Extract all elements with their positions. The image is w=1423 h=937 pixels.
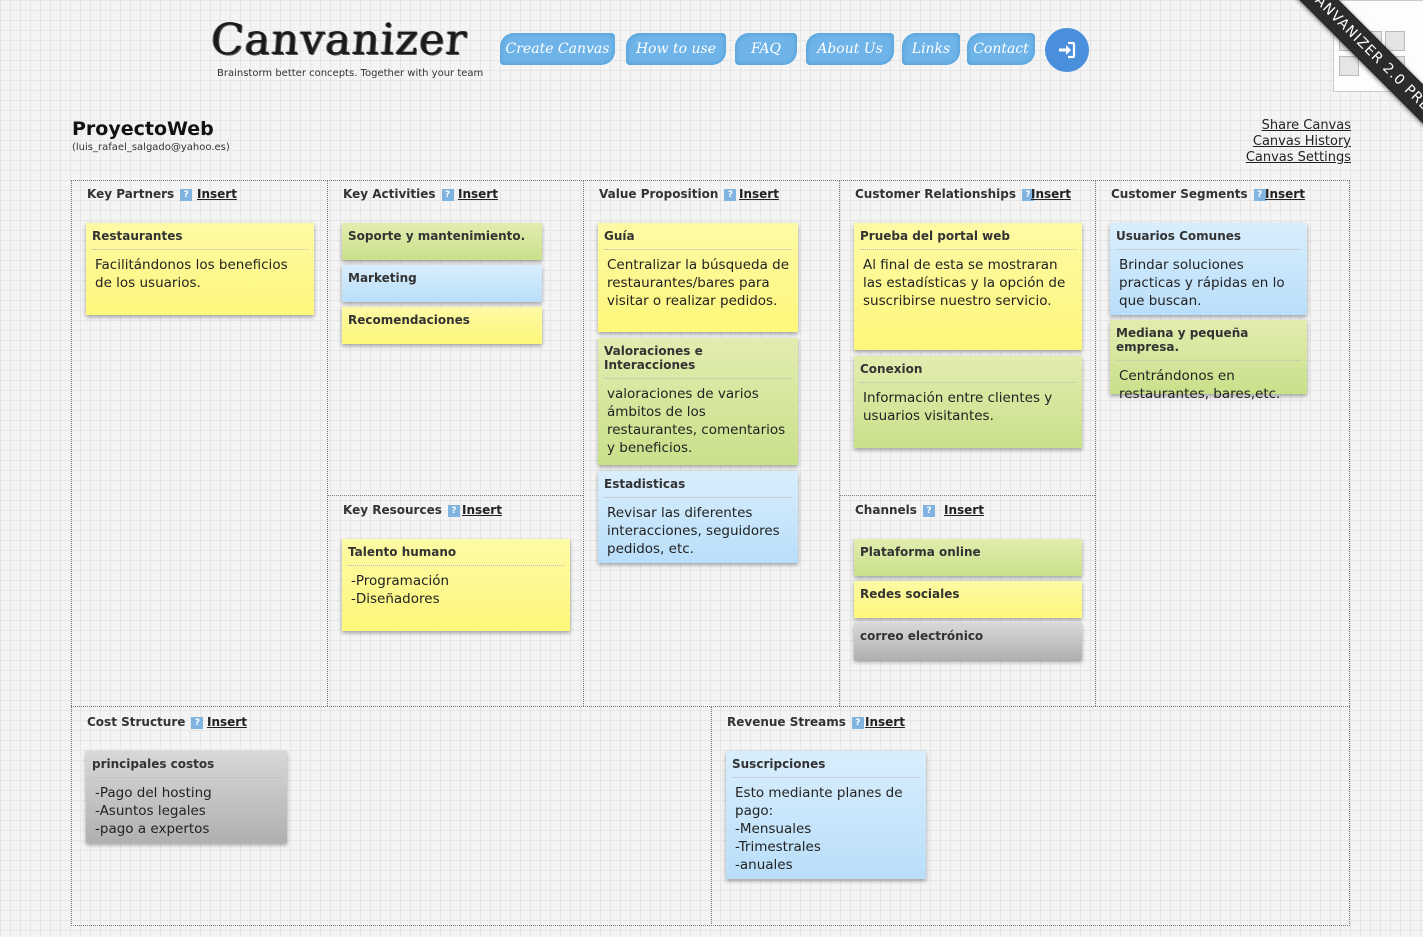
note-body: -Programación -Diseñadores: [351, 573, 450, 607]
note-title: principales costos: [92, 757, 281, 778]
note-title: Usuarios Comunes: [1116, 229, 1301, 250]
canvas-history-link[interactable]: Canvas History: [1253, 134, 1351, 149]
divider: [711, 706, 712, 926]
insert-customer-relationships-button[interactable]: Insert: [1031, 187, 1071, 201]
note-body: Revisar las diferentes interacciones, se…: [607, 505, 780, 557]
help-icon[interactable]: ?: [441, 188, 454, 201]
sticky-note[interactable]: Conexion Información entre clientes y us…: [854, 356, 1082, 448]
note-body: Brindar soluciones practicas y rápidas e…: [1119, 257, 1285, 309]
note-body: Centralizar la búsqueda de restaurantes/…: [607, 257, 790, 309]
sticky-note[interactable]: principales costos -Pago del hosting -As…: [86, 751, 287, 843]
section-key-resources: Key Resources?: [343, 503, 460, 517]
note-body: Información entre clientes y usuarios vi…: [863, 390, 1053, 424]
section-value-proposition: Value Proposition?: [599, 187, 737, 201]
note-title: Estadisticas: [604, 477, 792, 498]
divider: [327, 180, 328, 706]
nav-about-us[interactable]: About Us: [806, 33, 894, 65]
insert-revenue-streams-button[interactable]: Insert: [865, 715, 905, 729]
note-title: Marketing: [348, 271, 417, 285]
help-icon[interactable]: ?: [447, 504, 460, 517]
sticky-note[interactable]: Recomendaciones: [342, 307, 542, 344]
nav-links[interactable]: Links: [902, 33, 960, 65]
nav-contact[interactable]: Contact: [967, 33, 1035, 65]
divider: [583, 180, 584, 706]
note-title: Valoraciones e Interacciones: [604, 344, 792, 379]
divider: [1095, 180, 1096, 706]
divider: [327, 495, 583, 496]
note-body: Facilitándonos los beneficios de los usu…: [95, 257, 288, 291]
insert-key-partners-button[interactable]: Insert: [197, 187, 237, 201]
help-icon[interactable]: ?: [1253, 188, 1266, 201]
insert-customer-segments-button[interactable]: Insert: [1265, 187, 1305, 201]
sticky-note[interactable]: Valoraciones e Interacciones valoracione…: [598, 338, 798, 465]
tagline: Brainstorm better concepts. Together wit…: [217, 68, 484, 79]
divider: [839, 180, 840, 706]
section-channels: Channels?: [855, 503, 935, 517]
sticky-note[interactable]: Restaurantes Facilitándonos los benefici…: [86, 223, 314, 315]
note-title: Conexion: [860, 362, 1076, 383]
canvas-settings-link[interactable]: Canvas Settings: [1246, 150, 1351, 165]
page-title: ProyectoWeb: [72, 118, 214, 140]
nav-faq[interactable]: FAQ: [735, 33, 797, 65]
section-key-activities: Key Activities?: [343, 187, 454, 201]
sticky-note[interactable]: correo electrónico: [854, 623, 1082, 660]
insert-key-activities-button[interactable]: Insert: [458, 187, 498, 201]
sticky-note[interactable]: Prueba del portal web Al final de esta s…: [854, 223, 1082, 350]
note-title: Plataforma online: [860, 545, 981, 559]
note-title: Suscripciones: [732, 757, 920, 778]
help-icon[interactable]: ?: [180, 188, 193, 201]
note-body: -Pago del hosting -Asuntos legales -pago…: [95, 785, 212, 837]
note-title: Restaurantes: [92, 229, 308, 250]
help-icon[interactable]: ?: [191, 716, 204, 729]
sticky-note[interactable]: Guía Centralizar la búsqueda de restaura…: [598, 223, 798, 332]
insert-key-resources-button[interactable]: Insert: [462, 503, 502, 517]
sticky-note[interactable]: Estadisticas Revisar las diferentes inte…: [598, 471, 798, 563]
insert-channels-button[interactable]: Insert: [944, 503, 984, 517]
section-customer-segments: Customer Segments?: [1111, 187, 1266, 201]
insert-value-proposition-button[interactable]: Insert: [739, 187, 779, 201]
divider: [71, 706, 1350, 707]
nav-create-canvas[interactable]: Create Canvas: [500, 33, 615, 65]
help-icon[interactable]: ?: [922, 504, 935, 517]
divider: [839, 495, 1095, 496]
section-key-partners: Key Partners?: [87, 187, 193, 201]
note-title: Guía: [604, 229, 792, 250]
login-button[interactable]: [1045, 28, 1089, 72]
share-canvas-link[interactable]: Share Canvas: [1262, 118, 1351, 133]
sign-in-icon: [1059, 41, 1076, 59]
section-cost-structure: Cost Structure?: [87, 715, 204, 729]
note-title: Prueba del portal web: [860, 229, 1076, 250]
sticky-note[interactable]: Suscripciones Esto mediante planes de pa…: [726, 751, 926, 879]
sticky-note[interactable]: Usuarios Comunes Brindar soluciones prac…: [1110, 223, 1307, 315]
note-body: Centrándonos en restaurantes, bares,etc.: [1119, 368, 1281, 402]
project-owner-email: (luis_rafael_salgado@yahoo.es): [72, 142, 230, 153]
note-title: Redes sociales: [860, 587, 960, 601]
note-body: valoraciones de varios ámbitos de los re…: [607, 386, 786, 456]
sticky-note[interactable]: Soporte y mantenimiento.: [342, 223, 542, 260]
note-title: Soporte y mantenimiento.: [348, 229, 526, 243]
help-icon[interactable]: ?: [851, 716, 864, 729]
note-title: Recomendaciones: [348, 313, 470, 327]
note-body: Esto mediante planes de pago: -Mensuales…: [735, 785, 903, 873]
nav-how-to-use[interactable]: How to use: [626, 33, 726, 65]
insert-cost-structure-button[interactable]: Insert: [207, 715, 247, 729]
note-title: Mediana y pequeña empresa.: [1116, 326, 1301, 361]
help-icon[interactable]: ?: [724, 188, 737, 201]
sticky-note[interactable]: Mediana y pequeña empresa. Centrándonos …: [1110, 320, 1307, 402]
note-title: Talento humano: [348, 545, 564, 566]
sticky-note[interactable]: Plataforma online: [854, 539, 1082, 576]
section-customer-relationships: Customer Relationships?: [855, 187, 1034, 201]
note-title: correo electrónico: [860, 629, 984, 643]
logo[interactable]: Canvanizer: [209, 14, 469, 66]
note-body: Al final de esta se mostraran las estadí…: [863, 257, 1066, 309]
sticky-note[interactable]: Redes sociales: [854, 581, 1082, 618]
sticky-note[interactable]: Marketing: [342, 265, 542, 302]
section-revenue-streams: Revenue Streams?: [727, 715, 864, 729]
sticky-note[interactable]: Talento humano -Programación -Diseñadore…: [342, 539, 570, 631]
